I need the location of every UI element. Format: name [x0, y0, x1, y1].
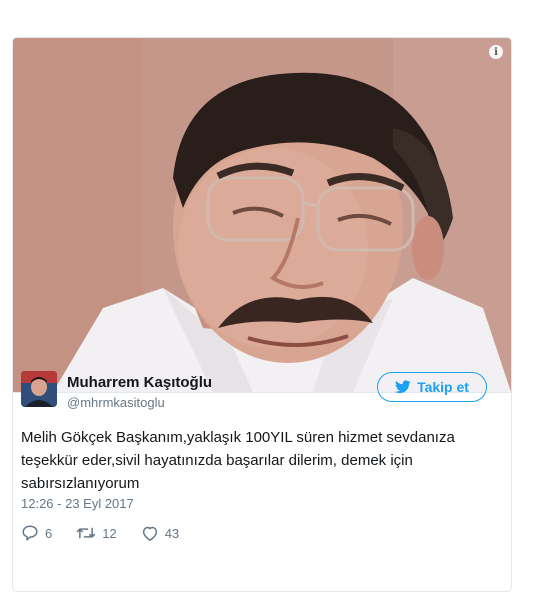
retweet-icon — [77, 527, 96, 539]
like-count: 43 — [164, 525, 180, 541]
info-icon[interactable]: i — [489, 45, 503, 59]
retweet-action[interactable]: 12 — [76, 524, 117, 542]
author-name[interactable]: Muharrem Kaşıtoğlu — [67, 374, 212, 391]
author-avatar[interactable] — [21, 371, 57, 407]
tweet-photo[interactable]: i — [13, 38, 511, 392]
reply-icon — [22, 525, 38, 541]
twitter-bird-icon — [395, 380, 411, 394]
follow-button[interactable]: Takip et — [377, 372, 487, 402]
follow-label: Takip et — [417, 379, 469, 395]
tweet-actions: 6 12 43 — [21, 524, 203, 542]
avatar-image — [21, 371, 57, 407]
tweet-text: Melih Gökçek Başkanım,yaklaşık 100YIL sü… — [21, 429, 455, 492]
reply-action[interactable]: 6 — [21, 524, 52, 542]
heart-icon — [142, 526, 157, 541]
photo-illustration — [13, 38, 511, 392]
author-handle[interactable]: @mhrmkasitoglu — [67, 395, 165, 410]
retweet-count: 12 — [102, 525, 117, 541]
reply-count: 6 — [45, 525, 53, 541]
tweet-timestamp[interactable]: 12:26 - 23 Eyl 2017 — [21, 496, 134, 511]
like-action[interactable]: 43 — [141, 525, 179, 542]
